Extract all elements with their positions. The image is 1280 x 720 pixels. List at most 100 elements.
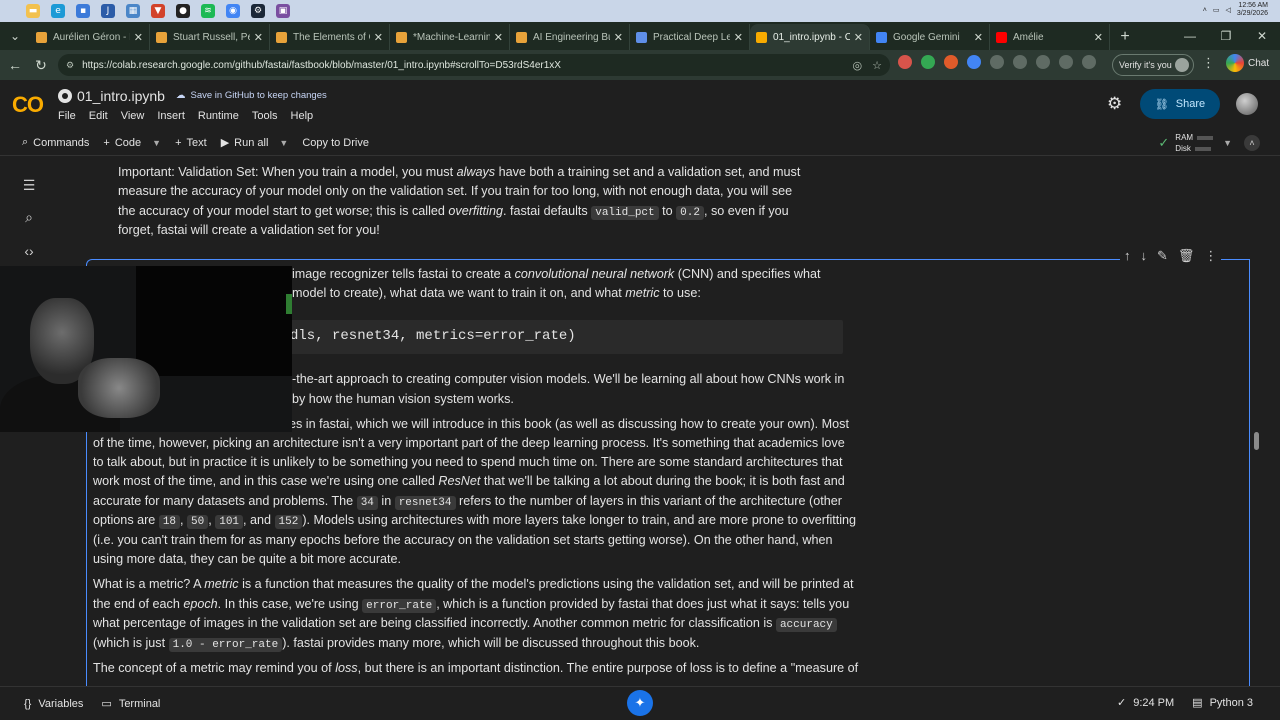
commands-label: Commands	[33, 136, 90, 149]
puzzle-extensions-icon[interactable]	[1059, 55, 1073, 69]
execution-status[interactable]: ✓ 9:24 PM	[1117, 696, 1174, 710]
more-options-icon[interactable]: ⋮	[1204, 248, 1217, 264]
move-down-icon[interactable]: ↓	[1141, 248, 1148, 264]
volume-icon[interactable]: ◁	[1225, 6, 1230, 14]
collapse-header-icon[interactable]: ˄	[1244, 135, 1260, 151]
browser-tab[interactable]: Amélie ✕	[990, 24, 1110, 50]
notebook-title[interactable]: 01_intro.ipynb	[58, 88, 165, 104]
terminal-button[interactable]: ▭ Terminal	[101, 697, 160, 711]
jetbrains-icon[interactable]: J	[101, 4, 115, 18]
settings-gear-icon[interactable]: ⚙	[1107, 94, 1122, 114]
store-icon[interactable]: ▦	[126, 4, 140, 18]
chevron-up-icon[interactable]: ˄	[1203, 7, 1207, 14]
reading-list-icon[interactable]	[1082, 55, 1096, 69]
browser-tab[interactable]: *Machine-Learning ✕	[390, 24, 510, 50]
shield-extension-icon[interactable]	[921, 55, 935, 69]
extension-icon[interactable]	[898, 55, 912, 69]
clock[interactable]: 12:56 AM 3/29/2026	[1237, 2, 1268, 18]
variables-button[interactable]: {} Variables	[24, 698, 83, 710]
browser-tab[interactable]: Google Gemini ✕	[870, 24, 990, 50]
tab-search-chevron-icon[interactable]: ⌄	[0, 22, 30, 50]
menu-runtime[interactable]: Runtime	[198, 110, 239, 122]
restore-icon[interactable]: ❐	[1208, 22, 1244, 50]
extension-icon[interactable]	[967, 55, 981, 69]
tab-close-icon[interactable]: ✕	[494, 31, 503, 44]
browser-tab[interactable]: 01_intro.ipynb - Col ✕	[750, 24, 870, 50]
share-button[interactable]: ⛓ Share	[1140, 89, 1220, 119]
menu-edit[interactable]: Edit	[89, 110, 108, 122]
colab-logo[interactable]: CO	[12, 92, 44, 118]
gemini-sparkle-icon[interactable]: ✦	[627, 690, 653, 716]
edit-pencil-icon[interactable]: ✎	[1157, 248, 1168, 264]
webcam-overlay	[0, 266, 292, 432]
tab-label: Google Gemini	[893, 31, 960, 43]
add-text-button[interactable]: + Text	[168, 137, 214, 149]
menu-insert[interactable]: Insert	[157, 110, 185, 122]
close-window-icon[interactable]: ✕	[1244, 22, 1280, 50]
bookmark-star-icon[interactable]: ☆	[872, 59, 882, 72]
colab-header: CO 01_intro.ipynb ☁ Save in GitHub to ke…	[0, 80, 1280, 130]
tab-close-icon[interactable]: ✕	[974, 31, 983, 44]
brave-icon[interactable]: ▼	[151, 4, 165, 18]
run-all-button[interactable]: ▶ Run all ▼	[214, 136, 296, 150]
chrome-icon[interactable]: ◉	[226, 4, 240, 18]
menu-view[interactable]: View	[121, 110, 145, 122]
edge-icon[interactable]: e	[51, 4, 65, 18]
browser-tab[interactable]: Stuart Russell, Peter ✕	[150, 24, 270, 50]
scrollbar-thumb[interactable]	[1254, 432, 1259, 450]
minimize-icon[interactable]: —	[1172, 22, 1208, 50]
plus-icon: +	[103, 136, 110, 149]
menu-file[interactable]: File	[58, 110, 76, 122]
extension-icon[interactable]	[990, 55, 1004, 69]
code-snippets-icon[interactable]: ‹›	[20, 242, 38, 260]
tab-close-icon[interactable]: ✕	[374, 31, 383, 44]
resource-monitor[interactable]: ✓ RAM Disk ▼	[1158, 132, 1232, 154]
reload-icon[interactable]: ↻	[28, 52, 54, 78]
browser-tab[interactable]: Aurélien Géron - Ha ✕	[30, 24, 150, 50]
runtime-indicator[interactable]: ▤ Python 3	[1192, 696, 1253, 710]
tab-close-icon[interactable]: ✕	[134, 31, 143, 44]
photos-icon[interactable]: ▣	[276, 4, 290, 18]
inline-code: 50	[187, 515, 209, 529]
find-replace-icon[interactable]: ⌕	[20, 208, 38, 226]
tab-close-icon[interactable]: ✕	[614, 31, 623, 44]
code-block[interactable]: dls, resnet34, metrics=error_rate)	[288, 320, 843, 354]
save-in-github-link[interactable]: ☁ Save in GitHub to keep changes	[176, 90, 327, 101]
tab-close-icon[interactable]: ✕	[1094, 31, 1103, 44]
move-up-icon[interactable]: ↑	[1124, 248, 1131, 264]
table-of-contents-icon[interactable]: ☰	[20, 176, 38, 194]
back-arrow-icon[interactable]: ←	[2, 52, 28, 78]
tab-close-icon[interactable]: ✕	[854, 31, 863, 44]
chevron-down-icon[interactable]: ▼	[152, 138, 161, 148]
commands-button[interactable]: ⌕ Commands	[15, 136, 96, 149]
extension-icon[interactable]	[1013, 55, 1027, 69]
extension-icon[interactable]	[944, 55, 958, 69]
obs-icon[interactable]: ●	[176, 4, 190, 18]
network-icon[interactable]: ▭	[1213, 6, 1220, 14]
site-info-icon[interactable]: ⚙	[66, 60, 74, 71]
browser-tab[interactable]: Practical Deep Lear ✕	[630, 24, 750, 50]
steam-icon[interactable]: ⚙	[251, 4, 265, 18]
lens-icon[interactable]: ◎	[853, 59, 863, 72]
menu-help[interactable]: Help	[291, 110, 314, 122]
delete-trash-icon[interactable]: 🗑	[1178, 248, 1195, 264]
verify-profile-button[interactable]: Verify it's you	[1112, 54, 1194, 76]
extension-icon[interactable]	[1036, 55, 1050, 69]
account-avatar[interactable]	[1236, 93, 1258, 115]
tab-close-icon[interactable]: ✕	[254, 31, 263, 44]
browser-tab[interactable]: The Elements of Co ✕	[270, 24, 390, 50]
new-tab-plus-icon[interactable]: +	[1110, 24, 1140, 50]
add-code-button[interactable]: + Code ▼	[96, 137, 168, 149]
url-omnibox[interactable]: ⚙ https://colab.research.google.com/gith…	[58, 54, 890, 76]
tab-close-icon[interactable]: ✕	[734, 31, 743, 44]
chevron-down-icon[interactable]: ▼	[279, 138, 288, 148]
copy-to-drive-button[interactable]: Copy to Drive	[295, 137, 376, 149]
spotify-icon[interactable]: ≋	[201, 4, 215, 18]
browser-tab[interactable]: AI Engineering Buil ✕	[510, 24, 630, 50]
app-icon[interactable]: ▪	[76, 4, 90, 18]
chevron-down-icon[interactable]: ▼	[1223, 138, 1232, 148]
menu-tools[interactable]: Tools	[252, 110, 278, 122]
browser-menu-icon[interactable]: ⋮	[1202, 55, 1215, 71]
gemini-chat-button[interactable]: Chat	[1226, 54, 1269, 72]
explorer-icon[interactable]: ▬	[26, 4, 40, 18]
